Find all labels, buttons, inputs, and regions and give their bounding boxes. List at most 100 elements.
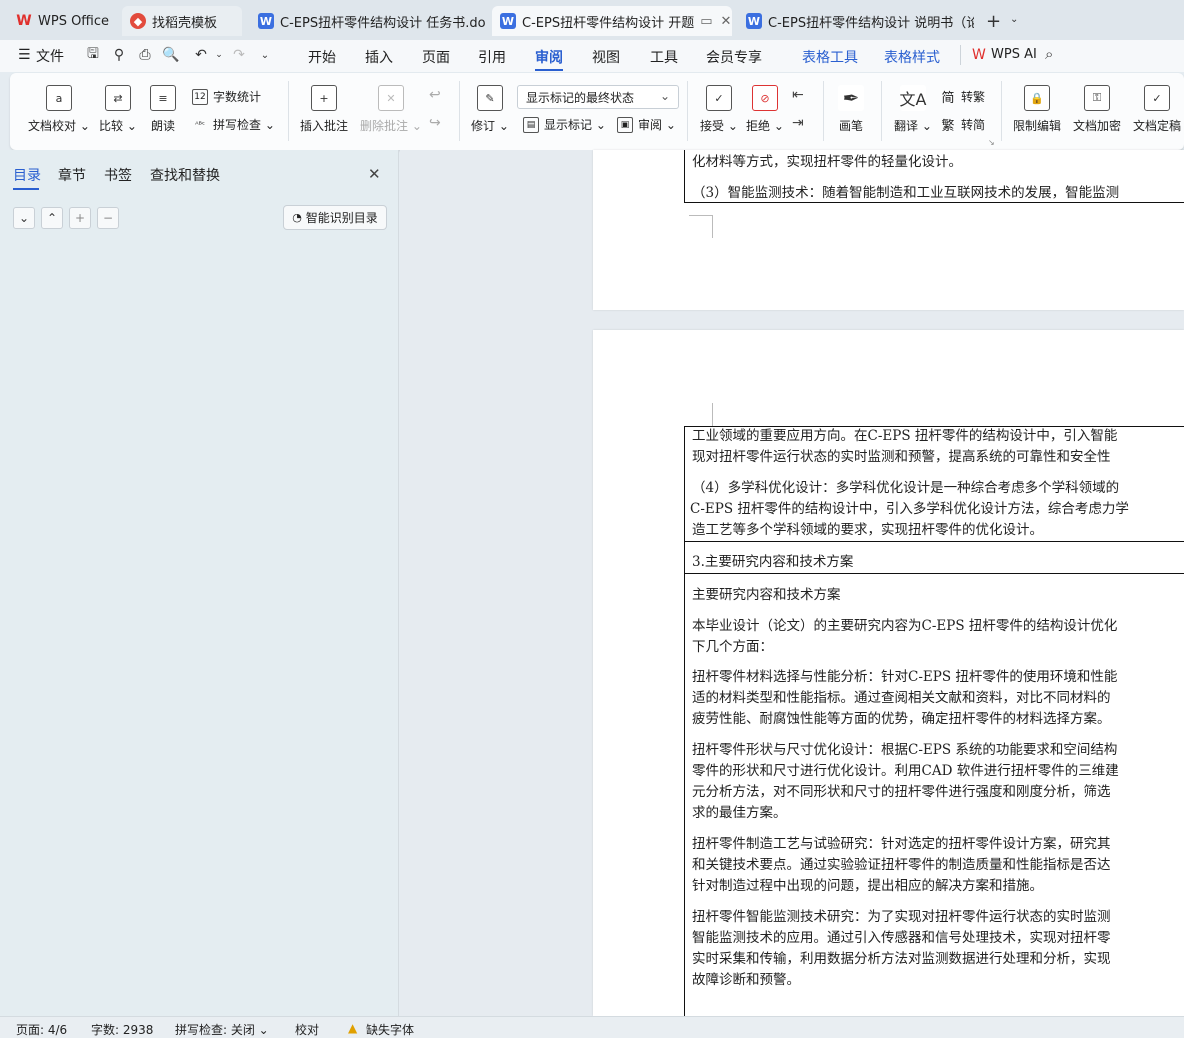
to-simplified-button[interactable]: 繁 转简 xyxy=(940,116,985,134)
word-count-status[interactable]: 字数: 2938 xyxy=(91,1021,153,1038)
ribbon-divider xyxy=(687,81,688,141)
restrict-edit-label: 限制编辑 xyxy=(1013,119,1062,133)
show-markup-button[interactable]: ▤ 显示标记 ⌄ xyxy=(523,116,606,133)
tab-proposal-doc[interactable]: W C-EPS扭杆零件结构设计 开题 ▭ ✕ xyxy=(492,6,732,36)
traditional-icon: 简 xyxy=(941,91,955,106)
doc-line: 适的材料类型和性能指标。通过查阅相关文献和资料，对比不同材料的 xyxy=(692,690,1111,706)
hamburger-icon[interactable]: ☰ xyxy=(18,47,31,63)
word-count-button[interactable]: 12 字数统计 xyxy=(192,88,261,105)
pen-icon: ✒ xyxy=(838,85,864,111)
pen-button[interactable]: ✒ 画笔 xyxy=(838,85,864,134)
next-change-icon[interactable]: ⇥ xyxy=(792,115,804,131)
spell-check-label: 拼写检查 ⌄ xyxy=(213,118,275,132)
menu-member[interactable]: 会员专享 xyxy=(706,47,762,67)
delete-comment-button[interactable]: ✕ 删除批注 ⌄ xyxy=(360,85,422,134)
menu-tools[interactable]: 工具 xyxy=(650,47,678,67)
spell-check-status[interactable]: 拼写检查: 关闭 ⌄ xyxy=(175,1021,269,1038)
menu-selected-indicator xyxy=(535,69,563,71)
review-pane-label: 审阅 ⌄ xyxy=(638,118,676,132)
menu-page[interactable]: 页面 xyxy=(422,47,450,67)
restrict-edit-button[interactable]: 🔒 限制编辑 xyxy=(1013,85,1061,134)
menu-file[interactable]: 文件 xyxy=(36,46,64,66)
close-pane-icon[interactable]: ✕ xyxy=(368,165,381,183)
doc-line: 造工艺等多个学科领域的要求，实现扭杆零件的优化设计。 xyxy=(692,522,1043,538)
pen-label: 画笔 xyxy=(838,119,863,133)
missing-font-status[interactable]: 缺失字体 xyxy=(366,1021,414,1038)
tab-find-replace[interactable]: 查找和替换 xyxy=(150,165,220,185)
menu-review[interactable]: 审阅 xyxy=(535,47,563,67)
menu-view[interactable]: 视图 xyxy=(592,47,620,67)
ribbon-divider xyxy=(459,81,460,141)
comment-icon[interactable]: ▭ xyxy=(700,14,712,29)
chevron-down-icon[interactable]: ⌄ xyxy=(1010,14,1018,25)
print-preview-icon[interactable]: 🔍 xyxy=(162,46,180,64)
tab-task-doc[interactable]: W C-EPS扭杆零件结构设计 任务书.doc xyxy=(250,6,486,36)
save-icon[interactable]: 🖫 xyxy=(84,46,102,64)
close-tab-icon[interactable]: ✕ xyxy=(721,14,732,29)
translate-button[interactable]: 文A 翻译 ⌄ xyxy=(894,85,932,134)
menu-insert[interactable]: 插入 xyxy=(365,47,393,67)
previous-comment-icon[interactable]: ↩ xyxy=(429,87,441,103)
menu-table-style[interactable]: 表格样式 xyxy=(884,47,940,67)
warning-icon: ▲ xyxy=(348,1021,358,1035)
remove-icon[interactable]: − xyxy=(97,207,119,229)
doc-line: （4）多学科优化设计：多学科优化设计是一种综合考虑多个学科领域的 xyxy=(692,480,1120,496)
to-traditional-button[interactable]: 简 转繁 xyxy=(940,88,985,106)
menu-home[interactable]: 开始 xyxy=(308,47,336,67)
proof-status[interactable]: 校对 xyxy=(295,1021,319,1038)
insert-comment-button[interactable]: + 插入批注 xyxy=(300,85,348,134)
encrypt-button[interactable]: ⚿ 文档加密 xyxy=(1073,85,1121,134)
doc-line: 针对制造过程中出现的问题，提出相应的解决方案和措施。 xyxy=(692,878,1043,894)
review-pane-button[interactable]: ▣ 审阅 ⌄ xyxy=(617,116,676,133)
smart-toc-button[interactable]: ◔ 智能识别目录 xyxy=(283,205,387,230)
new-tab-icon[interactable]: + xyxy=(986,11,1001,32)
doc-line: 求的最佳方案。 xyxy=(692,805,787,821)
accept-button[interactable]: ✓ 接受 ⌄ xyxy=(700,85,738,134)
spell-check-button[interactable]: ᴬᴮᶜ 拼写检查 ⌄ xyxy=(192,116,275,133)
expand-group-icon[interactable]: ↘ xyxy=(988,138,995,147)
doc-line: （3）智能监测技术：随着智能制造和工业互联网技术的发展，智能监测 xyxy=(692,185,1120,201)
tab-label: C-EPS扭杆零件结构设计 任务书.doc xyxy=(280,15,486,31)
next-comment-icon[interactable]: ↪ xyxy=(429,115,441,131)
read-aloud-button[interactable]: ≡ 朗读 xyxy=(150,85,176,134)
expand-down-icon[interactable]: ⌄ xyxy=(13,207,35,229)
print-icon[interactable]: ⎙ xyxy=(136,46,154,64)
tab-bookmarks[interactable]: 书签 xyxy=(104,165,132,185)
finalize-button[interactable]: ✓ 文档定稿 xyxy=(1133,85,1181,134)
redo-icon[interactable]: ↷ xyxy=(230,46,248,64)
tab-docer-templates[interactable]: ◆ 找稻壳模板 xyxy=(122,6,242,36)
tab-toc[interactable]: 目录 xyxy=(13,165,41,185)
reject-button[interactable]: ⊘ 拒绝 ⌄ xyxy=(746,85,784,134)
add-icon[interactable]: + xyxy=(69,207,91,229)
tab-wps-office[interactable]: W WPS Office xyxy=(8,6,116,36)
more-chevron-icon[interactable]: ⌄ xyxy=(256,46,274,64)
doc-proof-button[interactable]: a 文档校对 ⌄ xyxy=(28,85,90,134)
undo-icon[interactable]: ↶ xyxy=(192,46,210,64)
encrypt-label: 文档加密 xyxy=(1073,119,1122,133)
tab-sections[interactable]: 章节 xyxy=(58,165,86,185)
page-indicator[interactable]: 页面: 4/6 xyxy=(16,1021,67,1038)
menu-table-tools[interactable]: 表格工具 xyxy=(802,47,858,67)
doc-line: 扭杆零件制造工艺与试验研究：针对选定的扭杆零件设计方案，研究其 xyxy=(692,836,1111,852)
menu-reference[interactable]: 引用 xyxy=(478,47,506,67)
collapse-up-icon[interactable]: ⌃ xyxy=(41,207,63,229)
wps-logo-icon: W xyxy=(16,13,32,29)
tab-label: WPS Office xyxy=(38,13,110,29)
delete-comment-label: 删除批注 ⌄ xyxy=(360,119,422,133)
smart-toc-label: 智能识别目录 xyxy=(305,211,378,225)
markup-state-select[interactable]: 显示标记的最终状态 ⌄ xyxy=(517,85,679,109)
doc-line: 扭杆零件材料选择与性能分析：针对C-EPS 扭杆零件的使用环境和性能 xyxy=(692,669,1118,685)
word-doc-icon: W xyxy=(500,13,516,29)
insert-comment-label: 插入批注 xyxy=(300,119,349,133)
previous-change-icon[interactable]: ⇤ xyxy=(792,87,804,103)
undo-chevron-icon[interactable]: ⌄ xyxy=(210,46,228,64)
search-icon[interactable]: ⌕ xyxy=(1045,45,1053,63)
delete-comment-icon: ✕ xyxy=(377,85,404,111)
revise-button[interactable]: ✎ 修订 ⌄ xyxy=(471,85,509,134)
compare-button[interactable]: ⇄ 比较 ⌄ xyxy=(99,85,137,134)
tab-label: 找稻壳模板 xyxy=(152,15,218,31)
share-icon[interactable]: ⚲ xyxy=(110,46,128,64)
margin-mark xyxy=(689,403,713,426)
menu-wps-ai[interactable]: WPS AI xyxy=(991,47,1037,62)
tab-thesis-doc[interactable]: W C-EPS扭杆零件结构设计 说明书（论 xyxy=(738,6,974,36)
